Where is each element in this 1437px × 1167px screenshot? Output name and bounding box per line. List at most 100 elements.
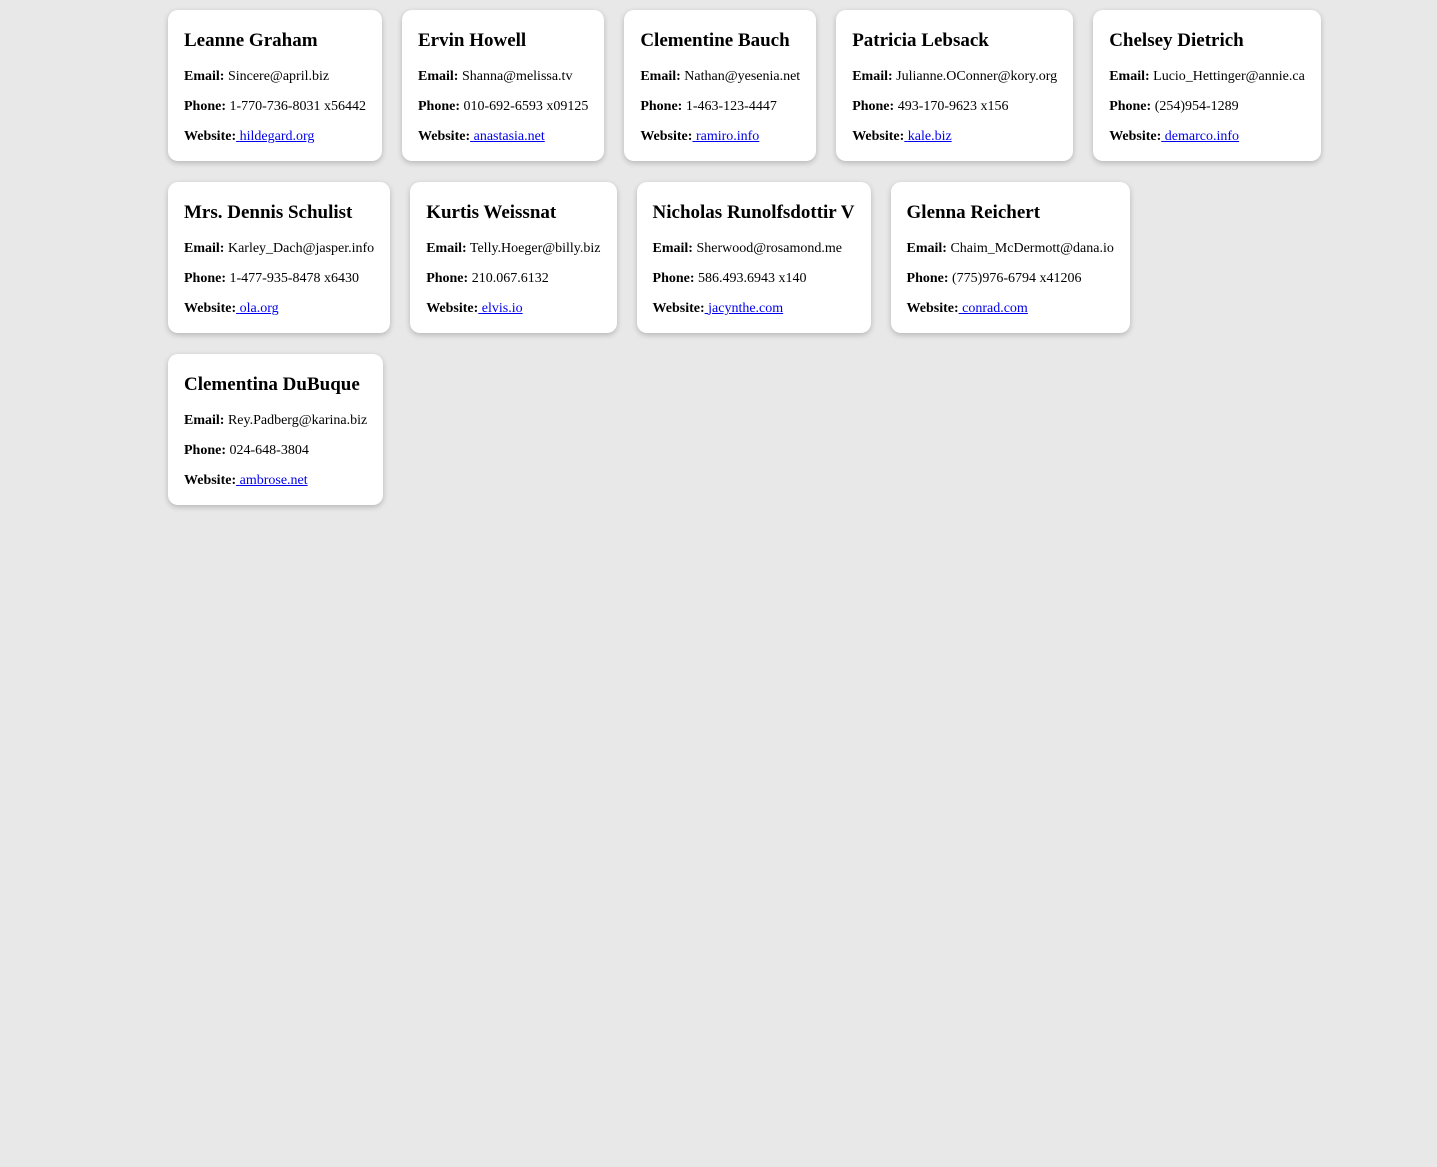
phone-row: Phone: 010-692-6593 x09125 bbox=[418, 98, 588, 116]
user-name: Nicholas Runolfsdottir V bbox=[652, 202, 855, 223]
email-value: Julianne.OConner@kory.org bbox=[896, 69, 1058, 84]
user-card-grid: Leanne Graham Email: Sincere@april.biz P… bbox=[168, 0, 1321, 505]
website-row: Website: jacynthe.com bbox=[653, 300, 855, 318]
phone-label: Phone: bbox=[184, 99, 226, 114]
user-name: Clementina DuBuque bbox=[184, 374, 360, 395]
phone-label: Phone: bbox=[184, 443, 226, 458]
email-row: Email: Chaim_McDermott@dana.io bbox=[907, 240, 1114, 258]
website-link[interactable]: elvis.io bbox=[478, 301, 523, 316]
email-row: Email: Telly.Hoeger@billy.biz bbox=[426, 240, 600, 258]
phone-value: 586.493.6943 x140 bbox=[698, 271, 807, 286]
email-label: Email: bbox=[184, 241, 225, 256]
email-row: Email: Nathan@yesenia.net bbox=[640, 68, 800, 86]
email-row: Email: Sincere@april.biz bbox=[184, 68, 366, 86]
page: { "labels": { "email": "Email:", "phone"… bbox=[0, 0, 1437, 1167]
user-name: Mrs. Dennis Schulist bbox=[184, 202, 353, 223]
user-name: Ervin Howell bbox=[418, 30, 527, 51]
website-row: Website: ramiro.info bbox=[640, 128, 800, 146]
email-label: Email: bbox=[184, 69, 225, 84]
website-row: Website: ambrose.net bbox=[184, 472, 367, 490]
user-card: Chelsey Dietrich Email: Lucio_Hettinger@… bbox=[1093, 10, 1321, 161]
email-label: Email: bbox=[184, 413, 225, 428]
user-card: Patricia Lebsack Email: Julianne.OConner… bbox=[836, 10, 1074, 161]
user-name: Glenna Reichert bbox=[906, 202, 1041, 223]
email-label: Email: bbox=[640, 69, 681, 84]
website-row: Website: conrad.com bbox=[907, 300, 1114, 318]
email-value: Nathan@yesenia.net bbox=[684, 69, 801, 84]
website-link[interactable]: demarco.info bbox=[1161, 129, 1239, 144]
phone-row: Phone: 1-477-935-8478 x6430 bbox=[184, 270, 374, 288]
phone-label: Phone: bbox=[906, 271, 949, 286]
user-name: Patricia Lebsack bbox=[852, 30, 989, 51]
phone-row: Phone: 586.493.6943 x140 bbox=[653, 270, 855, 288]
website-label: Website: bbox=[184, 301, 237, 316]
phone-row: Phone: 1-463-123-4447 bbox=[640, 98, 800, 116]
email-label: Email: bbox=[852, 69, 893, 84]
email-value: Karley_Dach@jasper.info bbox=[227, 241, 375, 256]
user-card: Leanne Graham Email: Sincere@april.biz P… bbox=[168, 10, 382, 161]
email-row: Email: Sherwood@rosamond.me bbox=[653, 240, 855, 258]
email-label: Email: bbox=[906, 241, 947, 256]
website-link[interactable]: anastasia.net bbox=[470, 129, 545, 144]
email-label: Email: bbox=[652, 241, 693, 256]
website-link[interactable]: conrad.com bbox=[959, 301, 1028, 316]
user-card: Glenna Reichert Email: Chaim_McDermott@d… bbox=[890, 182, 1130, 333]
website-label: Website: bbox=[426, 301, 479, 316]
user-card: Clementina DuBuque Email: Rey.Padberg@ka… bbox=[168, 354, 384, 505]
website-row: Website: kale.biz bbox=[852, 128, 1057, 146]
email-row: Email: Lucio_Hettinger@annie.ca bbox=[1109, 68, 1305, 86]
phone-value: (254)954-1289 bbox=[1154, 99, 1239, 114]
user-card: Ervin Howell Email: Shanna@melissa.tv Ph… bbox=[402, 10, 605, 161]
email-value: Shanna@melissa.tv bbox=[461, 69, 573, 84]
phone-value: 493-170-9623 x156 bbox=[897, 99, 1009, 114]
user-card: Nicholas Runolfsdottir V Email: Sherwood… bbox=[636, 182, 871, 333]
phone-value: 210.067.6132 bbox=[471, 271, 549, 286]
website-row: Website: ola.org bbox=[184, 300, 374, 318]
website-link[interactable]: ola.org bbox=[236, 301, 279, 316]
email-value: Chaim_McDermott@dana.io bbox=[950, 241, 1114, 256]
website-label: Website: bbox=[1109, 129, 1162, 144]
website-row: Website: anastasia.net bbox=[418, 128, 588, 146]
phone-row: Phone: (775)976-6794 x41206 bbox=[907, 270, 1114, 288]
user-name: Clementine Bauch bbox=[640, 30, 790, 51]
website-label: Website: bbox=[640, 129, 693, 144]
website-row: Website: hildegard.org bbox=[184, 128, 366, 146]
website-label: Website: bbox=[906, 301, 959, 316]
website-label: Website: bbox=[652, 301, 705, 316]
user-name: Chelsey Dietrich bbox=[1109, 30, 1244, 51]
phone-label: Phone: bbox=[852, 99, 895, 114]
website-label: Website: bbox=[418, 129, 471, 144]
user-name: Kurtis Weissnat bbox=[426, 202, 557, 223]
phone-label: Phone: bbox=[640, 99, 683, 114]
website-row: Website: elvis.io bbox=[426, 300, 600, 318]
phone-value: 1-463-123-4447 bbox=[685, 99, 777, 114]
website-link[interactable]: ambrose.net bbox=[236, 473, 308, 488]
phone-row: Phone: (254)954-1289 bbox=[1109, 98, 1305, 116]
website-label: Website: bbox=[852, 129, 905, 144]
user-card: Mrs. Dennis Schulist Email: Karley_Dach@… bbox=[168, 182, 391, 333]
email-row: Email: Rey.Padberg@karina.biz bbox=[184, 412, 367, 430]
website-label: Website: bbox=[184, 473, 237, 488]
website-label: Website: bbox=[184, 129, 237, 144]
user-card: Clementine Bauch Email: Nathan@yesenia.n… bbox=[624, 10, 817, 161]
email-value: Telly.Hoeger@billy.biz bbox=[469, 241, 601, 256]
phone-value: 1-477-935-8478 x6430 bbox=[229, 271, 360, 286]
email-value: Rey.Padberg@karina.biz bbox=[227, 413, 368, 428]
phone-value: 010-692-6593 x09125 bbox=[463, 99, 589, 114]
phone-row: Phone: 493-170-9623 x156 bbox=[852, 98, 1057, 116]
website-row: Website: demarco.info bbox=[1109, 128, 1305, 146]
website-link[interactable]: jacynthe.com bbox=[705, 301, 783, 316]
email-label: Email: bbox=[1109, 69, 1150, 84]
phone-label: Phone: bbox=[652, 271, 695, 286]
email-value: Lucio_Hettinger@annie.ca bbox=[1153, 69, 1305, 84]
website-link[interactable]: kale.biz bbox=[904, 129, 952, 144]
website-link[interactable]: hildegard.org bbox=[236, 129, 315, 144]
email-row: Email: Julianne.OConner@kory.org bbox=[852, 68, 1057, 86]
phone-value: 024-648-3804 bbox=[229, 443, 309, 458]
website-link[interactable]: ramiro.info bbox=[692, 129, 759, 144]
phone-row: Phone: 024-648-3804 bbox=[184, 442, 367, 460]
phone-row: Phone: 210.067.6132 bbox=[426, 270, 600, 288]
phone-value: 1-770-736-8031 x56442 bbox=[229, 99, 367, 114]
email-value: Sincere@april.biz bbox=[227, 69, 330, 84]
email-label: Email: bbox=[426, 241, 467, 256]
